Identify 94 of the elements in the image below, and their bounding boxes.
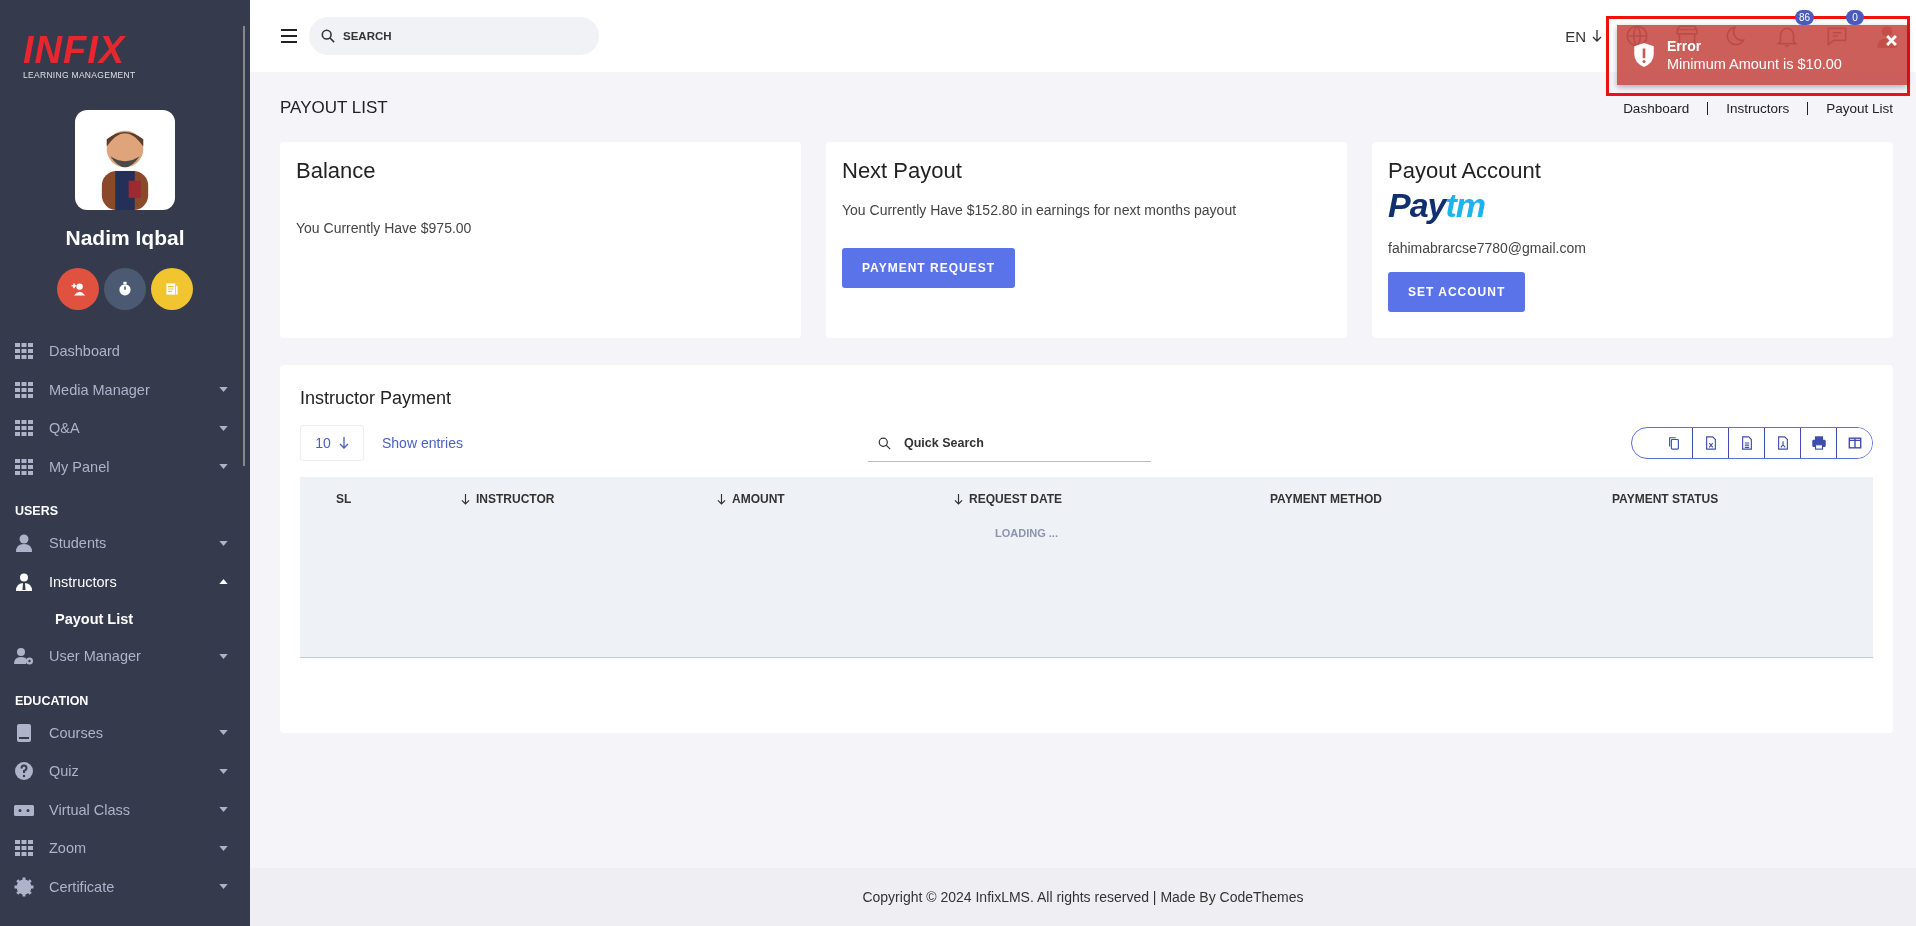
user-gear-icon — [14, 646, 34, 667]
person-icon — [14, 533, 34, 554]
breadcrumb-link[interactable]: Dashboard — [1623, 100, 1690, 116]
spreadsheet-icon — [1703, 436, 1718, 450]
quick-action-button[interactable] — [104, 268, 146, 310]
sidebar-item[interactable]: Virtual Class — [0, 790, 250, 829]
column-header[interactable]: PAYMENT STATUS — [1612, 492, 1873, 506]
action-button[interactable]: PAYMENT REQUEST — [842, 248, 1016, 288]
print-icon — [1811, 436, 1826, 450]
person-tie-icon — [14, 571, 34, 592]
show-entries-label: Show entries — [382, 435, 463, 451]
grid-icon — [14, 456, 34, 477]
menu-icon[interactable] — [281, 29, 297, 43]
breadcrumb-link[interactable]: Instructors — [1726, 100, 1790, 116]
breadcrumb-link[interactable]: Payout List — [1826, 100, 1893, 116]
column-header[interactable]: PAYMENT METHOD — [1270, 492, 1612, 506]
card-title: Payout Account — [1388, 158, 1541, 184]
quick-action-button[interactable] — [151, 268, 193, 310]
copy-icon — [1667, 436, 1681, 450]
shield-alert-icon — [1633, 42, 1655, 68]
toast-title: Error — [1667, 38, 1703, 54]
logo-brand: INFIX — [23, 32, 127, 68]
grid-icon — [14, 341, 34, 362]
search-icon — [877, 437, 891, 450]
sidebar-item[interactable]: My Panel — [0, 447, 250, 486]
column-header[interactable]: REQUEST DATE — [954, 492, 1270, 506]
arrow-down-icon — [1592, 30, 1602, 42]
count-badge: 0 — [1846, 10, 1864, 25]
grid-icon — [14, 379, 34, 400]
submenu-item[interactable]: Payout List — [0, 601, 250, 637]
sidebar-item[interactable]: Students — [0, 524, 250, 563]
card-title: Balance — [296, 158, 376, 184]
caret-icon — [219, 464, 228, 470]
section-heading: EDUCATION — [14, 692, 90, 710]
sidebar-item[interactable]: Media Manager — [0, 370, 250, 409]
sidebar-item[interactable]: Certificate — [0, 867, 250, 906]
column-header[interactable]: AMOUNT — [717, 492, 954, 506]
stopwatch-icon — [117, 281, 133, 297]
language-selector[interactable]: EN — [1565, 27, 1602, 45]
caret-icon — [219, 730, 228, 736]
caret-icon — [219, 653, 228, 659]
logo-tagline: LEARNING MANAGEMENT — [23, 70, 136, 80]
add-user-icon — [70, 281, 86, 297]
sidebar-item[interactable]: User Manager — [0, 637, 250, 676]
grid-icon — [14, 418, 34, 439]
caret-icon — [219, 845, 228, 851]
sidebar-item[interactable]: Dashboard — [0, 332, 250, 371]
sort-arrow-icon — [461, 493, 470, 505]
loading-text: LOADING ... — [994, 527, 1059, 539]
card-text: fahimabrarcse7780@gmail.com — [1388, 240, 1586, 256]
gear-badge-icon — [14, 876, 34, 897]
sidebar-item[interactable]: Courses — [0, 713, 250, 752]
caret-icon — [219, 807, 228, 813]
caret-icon — [219, 884, 228, 890]
pdf-icon — [1775, 436, 1790, 450]
column-header[interactable]: SL — [336, 492, 461, 506]
card-text: You Currently Have $152.80 in earnings for next months payout — [842, 202, 1237, 218]
caret-icon — [219, 768, 228, 774]
section-title: Instructor Payment — [300, 388, 453, 409]
caret-icon — [219, 540, 228, 546]
page-size-select[interactable]: 10 — [300, 425, 364, 461]
action-button[interactable]: SET ACCOUNT — [1388, 272, 1526, 312]
column-header[interactable]: INSTRUCTOR — [461, 492, 717, 506]
grid-icon — [14, 838, 34, 859]
quick-search-field[interactable]: Quick Search — [867, 424, 1151, 462]
caret-icon — [219, 387, 228, 393]
search-icon — [321, 29, 335, 43]
close-icon[interactable] — [1886, 35, 1897, 46]
columns-icon — [1847, 436, 1862, 450]
sidebar-item[interactable]: Quiz — [0, 752, 250, 791]
question-icon — [14, 761, 34, 782]
export-button[interactable] — [1836, 428, 1872, 458]
payment-logo: Paytm — [1388, 188, 1486, 222]
sidebar-item[interactable]: Zoom — [0, 829, 250, 868]
section-heading: USERS — [14, 503, 60, 520]
search-field[interactable]: SEARCH — [309, 17, 599, 55]
page-title: PAYOUT LIST — [280, 98, 388, 118]
arrow-down-icon — [338, 437, 349, 449]
caret-icon — [219, 425, 228, 431]
book-icon — [14, 722, 34, 743]
card-text: You Currently Have $975.00 — [296, 220, 472, 236]
toast-message: Minimum Amount is $10.00 — [1667, 56, 1843, 72]
count-badge: 86 — [1794, 10, 1814, 25]
footer-text: Copyright © 2024 InfixLMS. All rights reserved | Made By CodeThemes — [250, 868, 1916, 926]
sidebar-item[interactable]: Instructors — [0, 562, 250, 601]
sidebar-item[interactable]: Q&A — [0, 409, 250, 448]
sort-arrow-icon — [717, 493, 726, 505]
document-icon — [164, 281, 180, 297]
user-name: Nadim Iqbal — [65, 226, 185, 250]
caret-icon — [219, 579, 228, 585]
document-icon — [1739, 436, 1754, 450]
card-title: Next Payout — [842, 158, 962, 184]
quick-action-button[interactable] — [57, 268, 99, 310]
sort-arrow-icon — [954, 493, 963, 505]
